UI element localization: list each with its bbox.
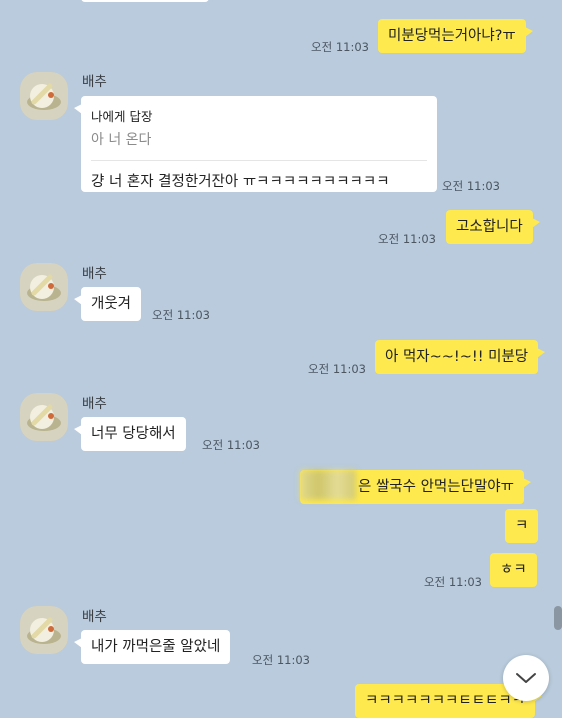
message-text: ㅋ <box>515 518 529 534</box>
reply-divider <box>91 160 427 161</box>
my-message-bubble[interactable]: 은 쌀국수 안먹는단말야ㅠ <box>300 470 531 504</box>
my-message-bubble[interactable]: 고소합니다 <box>446 210 540 244</box>
profile-avatar[interactable] <box>20 393 68 441</box>
reply-quote[interactable]: 아 너 온다 <box>91 129 427 149</box>
lemon-slice-avatar-icon <box>20 263 68 311</box>
lemon-slice-avatar-icon <box>20 606 68 654</box>
my-message-bubble[interactable]: ㅎㅋ <box>490 553 537 587</box>
message-time: 오전 11:03 <box>424 575 482 589</box>
profile-avatar[interactable] <box>20 72 68 120</box>
message-text: ㅎㅋ <box>500 562 527 578</box>
cutoff-message-bubble[interactable] <box>81 0 209 2</box>
scrollbar-thumb[interactable] <box>554 606 562 630</box>
message-time: 오전 11:03 <box>252 653 310 667</box>
message-time: 오전 11:03 <box>311 40 369 54</box>
message-text: 걍 너 혼자 결정한거잔아 ㅠㅋㅋㅋㅋㅋㅋㅋㅋㅋㅋ <box>91 174 390 190</box>
reply-label: 나에게 답장 <box>91 109 153 124</box>
message-time: 오전 11:03 <box>152 308 210 322</box>
reply-message-bubble[interactable]: 나에게 답장 아 너 온다 걍 너 혼자 결정한거잔아 ㅠㅋㅋㅋㅋㅋㅋㅋㅋㅋㅋ <box>74 96 437 192</box>
their-message-bubble[interactable]: 개웃겨 <box>73 287 142 321</box>
message-text: 고소합니다 <box>456 219 523 235</box>
message-text: 너무 당당해서 <box>91 426 176 442</box>
my-message-bubble[interactable]: 아 먹자~~!~!! 미분당 <box>375 340 546 374</box>
scroll-to-bottom-button[interactable] <box>503 655 549 701</box>
my-message-bubble[interactable]: ㅋ <box>505 509 539 543</box>
sender-name: 배추 <box>82 396 107 412</box>
message-text: 은 쌀국수 안먹는단말야ㅠ <box>358 479 514 495</box>
their-message-bubble[interactable]: 너무 당당해서 <box>74 417 186 451</box>
sender-name: 배추 <box>82 609 107 625</box>
message-time: 오전 11:03 <box>442 179 500 193</box>
my-message-bubble[interactable]: 미분당먹는거아냐?ㅠ <box>378 19 533 53</box>
lemon-slice-avatar-icon <box>20 393 68 441</box>
lemon-slice-avatar-icon <box>20 72 68 120</box>
message-time: 오전 11:03 <box>378 232 436 246</box>
sender-name: 배추 <box>82 74 107 90</box>
blurred-redaction <box>300 470 356 500</box>
message-text: 개웃겨 <box>91 296 132 312</box>
chevron-down-icon <box>516 673 536 683</box>
message-text: 미분당먹는거아냐?ㅠ <box>388 28 516 44</box>
message-text: 아 먹자~~!~!! 미분당 <box>385 349 529 365</box>
profile-avatar[interactable] <box>20 263 68 311</box>
their-message-bubble[interactable]: 내가 까먹은줄 알았네 <box>73 630 231 664</box>
sender-name: 배추 <box>82 266 107 282</box>
message-text: 내가 까먹은줄 알았네 <box>91 639 221 655</box>
profile-avatar[interactable] <box>20 606 68 654</box>
message-time: 오전 11:03 <box>202 438 260 452</box>
message-time: 오전 11:03 <box>308 362 366 376</box>
